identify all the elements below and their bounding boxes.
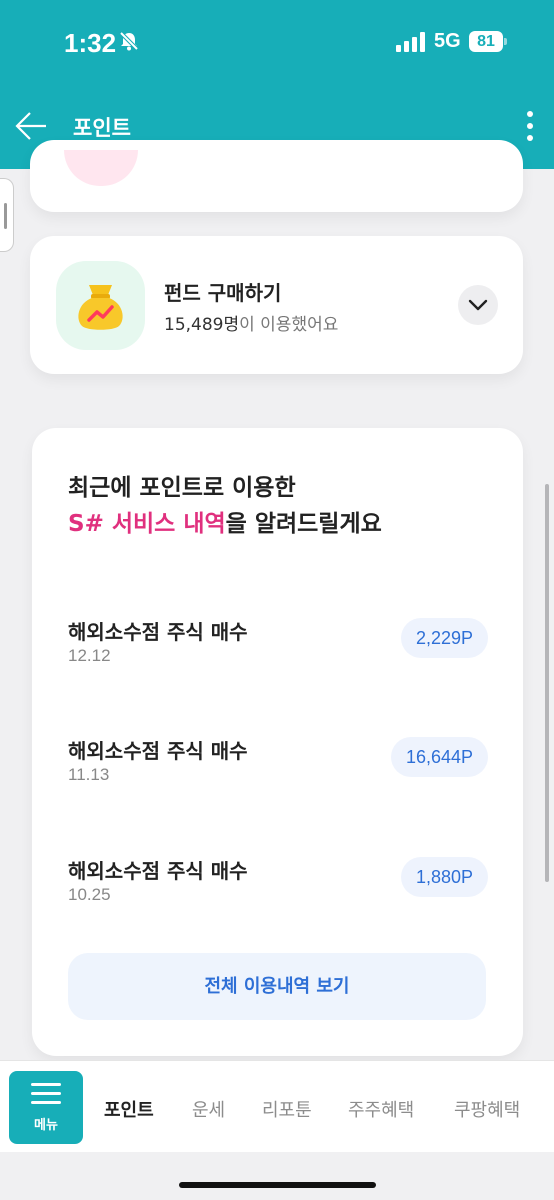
signal-icon	[396, 32, 425, 52]
fund-user-count-suffix: 이 이용했어요	[239, 315, 339, 335]
expand-button[interactable]	[458, 285, 498, 325]
history-row[interactable]: 해외소수점 주식 매수 10.25 1,880P	[68, 855, 488, 915]
battery-level: 81	[469, 31, 503, 52]
menu-button[interactable]: 메뉴	[9, 1071, 83, 1144]
history-heading-line1: 최근에 포인트로 이용한	[68, 475, 296, 501]
hamburger-menu-icon	[31, 1083, 61, 1110]
history-row[interactable]: 해외소수점 주식 매수 11.13 16,644P	[68, 735, 488, 795]
tab-points[interactable]: 포인트	[104, 1096, 154, 1122]
chevron-down-icon	[468, 299, 488, 311]
history-item-points: 1,880P	[400, 857, 488, 897]
history-item-date: 10.25	[68, 885, 111, 904]
tab-fortune[interactable]: 운세	[192, 1096, 225, 1122]
scrollbar[interactable]	[545, 484, 549, 882]
previous-card	[30, 140, 523, 212]
home-indicator[interactable]	[179, 1182, 376, 1188]
page-title: 포인트	[73, 116, 131, 140]
more-vertical-icon[interactable]	[522, 108, 538, 146]
history-row[interactable]: 해외소수점 주식 매수 12.12 2,229P	[68, 616, 488, 676]
tab-shareholder-benefits[interactable]: 주주혜택	[348, 1096, 414, 1122]
home-indicator-area	[0, 1152, 554, 1200]
money-bag-icon	[56, 261, 145, 350]
history-item-name: 해외소수점 주식 매수	[68, 739, 248, 763]
menu-label: 메뉴	[34, 1118, 58, 1133]
bell-muted-icon	[119, 31, 139, 51]
status-bar: 1:32 5G 81	[0, 0, 554, 84]
fund-user-count: 15,489명	[164, 315, 240, 335]
bottom-tab-bar: 메뉴 포인트 운세 리포툰 주주혜택 쿠팡혜택	[0, 1060, 554, 1152]
history-item-points: 16,644P	[390, 737, 488, 777]
tab-reportoon[interactable]: 리포툰	[262, 1096, 312, 1122]
history-item-points: 2,229P	[400, 618, 488, 658]
view-all-history-button[interactable]: 전체 이용내역 보기	[68, 953, 486, 1020]
card-icon-partial	[64, 150, 138, 186]
side-drawer-handle[interactable]	[0, 178, 14, 252]
tab-coupang-benefits[interactable]: 쿠팡혜택	[454, 1096, 520, 1122]
fund-title: 펀드 구매하기	[164, 281, 282, 305]
history-heading-accent: S# 서비스 내역	[68, 511, 226, 537]
network-type: 5G	[434, 30, 461, 52]
status-time: 1:32	[64, 28, 117, 58]
fund-subtitle: 15,489명이 이용했어요	[164, 310, 338, 335]
history-item-name: 해외소수점 주식 매수	[68, 620, 248, 644]
history-item-date: 11.13	[68, 765, 110, 784]
back-arrow-icon[interactable]	[14, 109, 48, 143]
fund-purchase-card[interactable]: 펀드 구매하기 15,489명이 이용했어요	[30, 236, 523, 374]
battery-icon: 81	[469, 31, 507, 52]
history-heading-rest: 을 알려드릴게요	[225, 511, 382, 537]
history-heading-line2: S# 서비스 내역을 알려드릴게요	[68, 504, 382, 538]
history-item-date: 12.12	[68, 646, 111, 665]
usage-history-card: 최근에 포인트로 이용한 S# 서비스 내역을 알려드릴게요 해외소수점 주식 …	[32, 428, 523, 1056]
history-item-name: 해외소수점 주식 매수	[68, 859, 248, 883]
